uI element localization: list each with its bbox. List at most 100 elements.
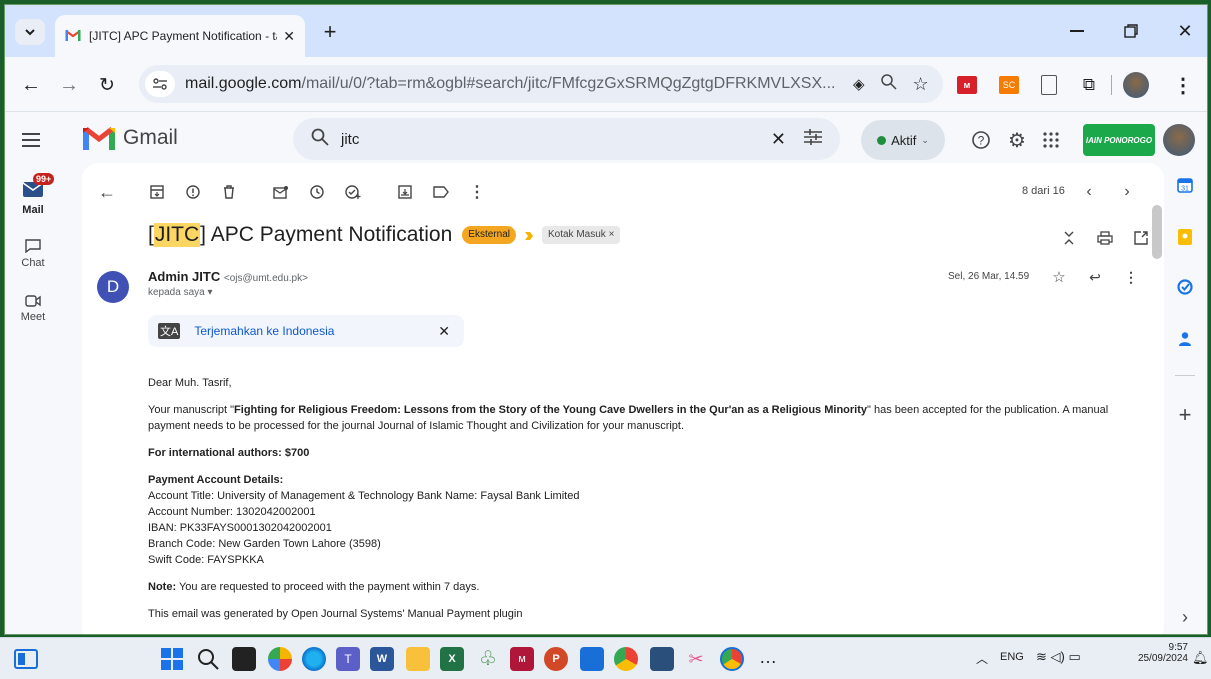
extension-doc-icon[interactable]	[1041, 75, 1057, 95]
reply-icon[interactable]: ↩	[1086, 268, 1104, 286]
site-info-icon[interactable]	[145, 71, 175, 97]
input-language[interactable]: ENG	[1000, 651, 1024, 663]
older-message-icon[interactable]: ›	[1118, 183, 1136, 201]
snipping-tool-icon[interactable]: ✂	[684, 647, 708, 671]
report-spam-icon[interactable]	[184, 183, 202, 201]
reload-icon[interactable]: ↻	[95, 73, 119, 97]
extension-sc-icon[interactable]: SC	[999, 76, 1019, 94]
app-green-icon[interactable]: ♧	[476, 647, 500, 671]
account-avatar[interactable]	[1163, 124, 1195, 156]
rail-chat[interactable]: Chat	[5, 239, 61, 269]
tab-search-chevron-icon[interactable]	[15, 19, 45, 45]
omnibox[interactable]: mail.google.com/mail/u/0/?tab=rm&ogbl#se…	[139, 65, 943, 103]
move-to-icon[interactable]	[396, 183, 414, 201]
browser-menu-icon[interactable]: ⋮	[1171, 73, 1195, 97]
tab-close-icon[interactable]: ✕	[283, 28, 295, 45]
help-icon[interactable]: ?	[969, 128, 993, 152]
search-bar[interactable]: jitc ✕	[293, 118, 840, 160]
gmail-logo[interactable]: Gmail	[83, 126, 178, 150]
more-apps-icon[interactable]: …	[756, 647, 780, 671]
note-label: Note:	[148, 581, 177, 593]
clear-search-icon[interactable]: ✕	[771, 129, 786, 150]
message-counter: 8 dari 16	[1022, 185, 1065, 197]
calendar-icon[interactable]: 31	[1173, 173, 1197, 197]
message-scrollbar[interactable]	[1152, 205, 1162, 259]
teams-icon[interactable]: T	[336, 647, 360, 671]
taskbar: T W X ♧ ᴍ P ✂ … ︿ ENG ≋ ◁) ▭ 9:57 25/09/…	[0, 637, 1211, 679]
forward-icon[interactable]: →	[57, 73, 81, 97]
powerpoint-icon[interactable]: P	[544, 647, 568, 671]
expand-side-panel-icon[interactable]: ›	[1173, 605, 1197, 629]
zoom-icon[interactable]	[880, 73, 897, 95]
back-to-list-icon[interactable]: ←	[98, 182, 116, 202]
word-icon[interactable]: W	[370, 647, 394, 671]
network-volume-battery-icon[interactable]: ≋ ◁) ▭	[1036, 649, 1081, 665]
rail-meet[interactable]: Meet	[5, 295, 61, 323]
main-menu-icon[interactable]	[19, 128, 43, 152]
get-addons-icon[interactable]: +	[1173, 402, 1197, 427]
sender-avatar[interactable]: D	[97, 271, 129, 303]
whiteboard-icon[interactable]	[580, 647, 604, 671]
label-icon[interactable]	[432, 183, 450, 201]
rail-mail[interactable]: 99+ Mail	[5, 173, 61, 216]
message-view: ← ⋮ 8 dari 16 ‹ › [JITC] APC Payment Not…	[82, 163, 1164, 634]
translate-link[interactable]: Terjemahkan ke Indonesia	[194, 324, 438, 338]
close-window-icon[interactable]: ✕	[1173, 19, 1197, 43]
chrome-icon[interactable]	[614, 647, 638, 671]
message-more-icon[interactable]: ⋮	[1122, 268, 1140, 286]
bookmark-star-icon[interactable]: ☆	[913, 74, 929, 95]
importance-marker-icon[interactable]	[524, 223, 534, 247]
restore-icon[interactable]	[1119, 19, 1143, 43]
print-icon[interactable]	[1096, 229, 1114, 247]
settings-gear-icon[interactable]: ⚙	[1005, 128, 1029, 152]
edge-icon[interactable]	[302, 647, 326, 671]
contacts-icon[interactable]	[1173, 327, 1197, 351]
back-icon[interactable]: ←	[19, 73, 43, 97]
mendeley-icon[interactable]: ᴍ	[510, 647, 534, 671]
collapse-all-icon[interactable]	[1060, 229, 1078, 247]
profile-avatar[interactable]	[1123, 72, 1149, 98]
clock[interactable]: 9:57 25/09/2024	[1132, 642, 1188, 664]
open-new-window-icon[interactable]	[1132, 229, 1150, 247]
app-window-icon[interactable]	[650, 647, 674, 671]
sender-name[interactable]: Admin JITC	[148, 269, 220, 284]
delete-icon[interactable]	[220, 183, 238, 201]
task-view-icon[interactable]	[14, 647, 38, 671]
more-actions-icon[interactable]: ⋮	[468, 183, 486, 201]
status-selector[interactable]: Aktif ⌄	[861, 120, 945, 160]
widgets-icon[interactable]	[232, 647, 256, 671]
inbox-label-chip[interactable]: Kotak Masuk ×	[541, 226, 621, 244]
snooze-icon[interactable]	[308, 183, 326, 201]
recipient-line[interactable]: kepada saya ▾	[148, 287, 308, 298]
star-icon[interactable]: ☆	[1050, 268, 1068, 286]
remove-label-icon[interactable]: ×	[609, 229, 615, 240]
new-tab-icon[interactable]: +	[319, 19, 341, 44]
tasks-icon[interactable]	[1173, 275, 1197, 299]
mark-unread-icon[interactable]	[272, 183, 290, 201]
browser-tab[interactable]: [JITC] APC Payment Notification - tasr ✕	[55, 15, 305, 57]
search-icon[interactable]	[311, 128, 329, 150]
file-explorer-icon[interactable]	[406, 647, 430, 671]
photos-app-icon[interactable]	[268, 647, 292, 671]
install-app-icon[interactable]: ◈	[853, 75, 865, 93]
newer-message-icon[interactable]: ‹	[1080, 183, 1098, 201]
notification-bell-icon[interactable]: 🔔︎	[1192, 650, 1209, 666]
apps-grid-icon[interactable]	[1039, 128, 1063, 152]
minimize-icon[interactable]	[1065, 19, 1089, 43]
org-logo[interactable]: IAIN PONOROGO	[1083, 124, 1155, 156]
extensions-puzzle-icon[interactable]: ⧉	[1077, 73, 1101, 97]
close-translate-icon[interactable]: ✕	[438, 323, 450, 340]
search-taskbar-icon[interactable]	[196, 647, 220, 671]
search-input[interactable]: jitc	[341, 131, 771, 148]
translate-icon: 文A	[158, 323, 181, 339]
browser-window: [JITC] APC Payment Notification - tasr ✕…	[4, 4, 1208, 635]
extension-red-icon[interactable]: ᴍ	[957, 76, 977, 94]
excel-icon[interactable]: X	[440, 647, 464, 671]
start-icon[interactable]	[160, 647, 184, 671]
add-task-icon[interactable]	[344, 183, 362, 201]
tray-chevron-icon[interactable]: ︿	[976, 650, 988, 667]
archive-icon[interactable]	[148, 183, 166, 201]
keep-icon[interactable]	[1173, 225, 1197, 249]
chrome-profile-icon[interactable]	[720, 647, 744, 671]
search-options-icon[interactable]	[804, 129, 822, 149]
